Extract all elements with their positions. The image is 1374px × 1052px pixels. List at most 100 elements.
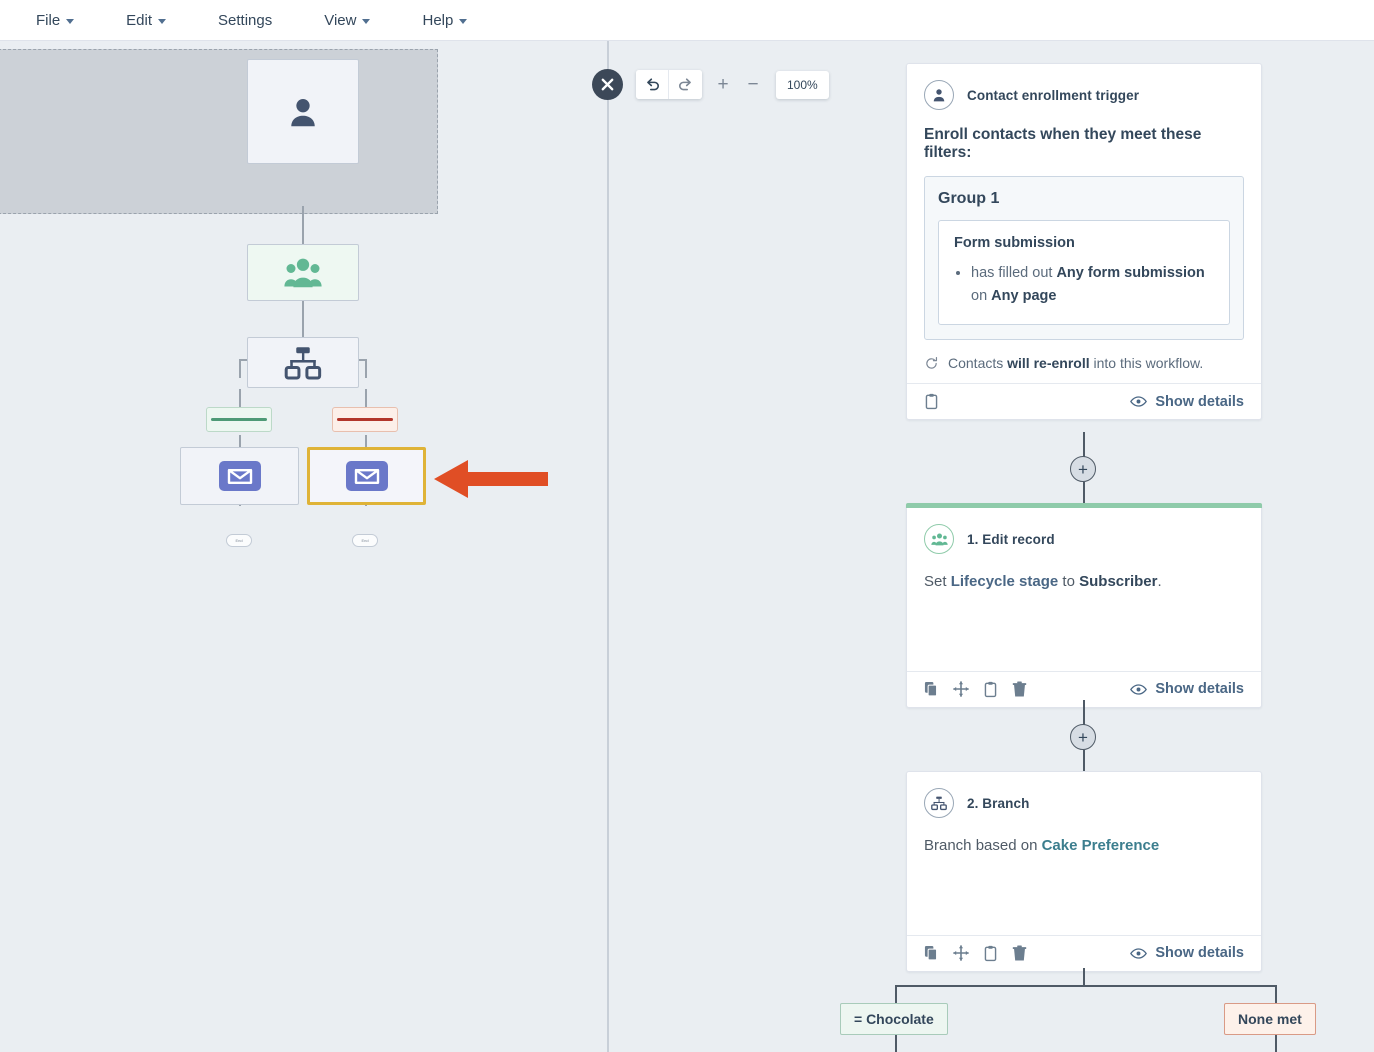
refresh-icon [924, 356, 939, 371]
menu-item-file-label: File [36, 12, 60, 29]
step-card-branch[interactable]: 2. Branch Branch based on Cake Preferenc… [906, 771, 1262, 972]
minimap-pill-dash [337, 418, 393, 421]
undo-icon [644, 76, 661, 93]
filter-criteria-item: has filled out Any form submission on An… [971, 262, 1214, 308]
step-body-link[interactable]: Cake Preference [1042, 837, 1160, 854]
contact-icon [924, 80, 954, 110]
copy-icon[interactable] [924, 945, 939, 961]
branch-right-connector-lower [1275, 1033, 1277, 1052]
step-card-body: Branch based on Cake Preference [924, 835, 1244, 857]
hierarchy-icon [283, 345, 323, 381]
filter-criteria-prefix: has filled out [971, 265, 1056, 281]
menu-item-view-label: View [324, 12, 356, 29]
add-step-button-1[interactable]: + [1070, 456, 1096, 482]
workflow-editor-window: File Edit Settings View Help [0, 0, 1374, 1052]
trigger-show-details-button[interactable]: Show details [1130, 394, 1244, 410]
menu-item-file[interactable]: File [26, 8, 84, 33]
filter-group-1[interactable]: Group 1 Form submission has filled out A… [924, 176, 1244, 340]
minimap-connector [302, 206, 304, 244]
zoom-toolbar: + − 100% [708, 70, 829, 99]
chevron-down-icon [362, 19, 370, 24]
step-card-footer: Show details [907, 935, 1261, 971]
minimap-connector [239, 359, 241, 378]
menu-item-help[interactable]: Help [412, 8, 477, 33]
edit-record-icon [924, 524, 954, 554]
reenroll-bold: will re-enroll [1007, 355, 1089, 371]
filter-criteria-middle: on [971, 288, 991, 304]
clipboard-icon[interactable] [983, 945, 998, 962]
copy-icon[interactable] [924, 681, 939, 697]
minimap-end-stub-label: End [235, 538, 242, 543]
minimap-end-stub-label: End [361, 538, 368, 543]
trash-icon[interactable] [1012, 681, 1027, 698]
step-card-edit-record[interactable]: 1. Edit record Set Lifecycle stage to Su… [906, 503, 1262, 708]
menu-item-settings[interactable]: Settings [208, 8, 282, 33]
minimap-connector [302, 300, 304, 337]
redo-button[interactable] [669, 70, 702, 99]
flow-connector [1083, 700, 1085, 725]
zoom-out-button[interactable]: − [738, 70, 768, 99]
eye-icon [1130, 947, 1147, 960]
minimap-branch-pill-red[interactable] [332, 407, 398, 432]
menu-item-view[interactable]: View [314, 8, 380, 33]
minimap-node-contact[interactable] [247, 59, 359, 164]
minimap-node-email-right[interactable] [307, 447, 426, 505]
minimap-node-branch[interactable] [247, 337, 359, 388]
branch-left-connector-lower [895, 1033, 897, 1052]
menu-item-edit-label: Edit [126, 12, 152, 29]
trigger-show-details-label: Show details [1155, 394, 1244, 410]
menu-item-help-label: Help [422, 12, 453, 29]
minimap-node-email-left[interactable] [180, 447, 299, 505]
chevron-down-icon [158, 19, 166, 24]
branch-label-chocolate[interactable]: = Chocolate [840, 1003, 948, 1035]
step-card-header: 1. Edit record [924, 524, 1244, 554]
envelope-icon [219, 461, 261, 491]
clipboard-icon[interactable] [983, 681, 998, 698]
trash-icon[interactable] [1012, 945, 1027, 962]
chevron-down-icon [459, 19, 467, 24]
history-toolbar [636, 70, 702, 99]
undo-button[interactable] [636, 70, 669, 99]
branch-horizontal-connector [895, 985, 1276, 987]
step-body-suffix: . [1157, 573, 1161, 590]
eye-icon [1130, 395, 1147, 408]
flow-connector [1083, 750, 1085, 772]
step-body-link[interactable]: Lifecycle stage [951, 573, 1059, 590]
minimap-branch-pill-green[interactable] [206, 407, 272, 432]
close-overview-button[interactable] [592, 69, 623, 100]
chevron-down-icon [66, 19, 74, 24]
minimap-end-stub-right[interactable]: End [352, 534, 378, 547]
branch-label-text: = Chocolate [854, 1011, 934, 1027]
minimap-viewport-rect[interactable] [0, 49, 438, 214]
envelope-icon [346, 461, 388, 491]
minimap-pill-dash [211, 418, 267, 421]
step-show-details-button[interactable]: Show details [1130, 681, 1244, 697]
move-icon[interactable] [953, 681, 969, 697]
minimap-node-list[interactable] [247, 244, 359, 301]
step-body-prefix: Branch based on [924, 837, 1042, 854]
step-card-title: 2. Branch [967, 796, 1029, 811]
menu-item-edit[interactable]: Edit [116, 8, 176, 33]
contact-enrollment-trigger-card[interactable]: Contact enrollment trigger Enroll contac… [906, 63, 1262, 420]
branch-label-none-met[interactable]: None met [1224, 1003, 1316, 1035]
annotation-arrow-icon [430, 456, 550, 502]
trigger-card-title: Contact enrollment trigger [967, 88, 1139, 103]
eye-icon [1130, 683, 1147, 696]
add-step-button-2[interactable]: + [1070, 724, 1096, 750]
step-show-details-button[interactable]: Show details [1130, 945, 1244, 961]
clipboard-icon[interactable] [924, 393, 939, 410]
flow-connector [1083, 432, 1085, 457]
trigger-lead-text: Enroll contacts when they meet these fil… [924, 126, 1244, 162]
filter-item-form-submission[interactable]: Form submission has filled out Any form … [938, 220, 1230, 325]
filter-criteria-list: has filled out Any form submission on An… [971, 262, 1214, 308]
branch-icon [924, 788, 954, 818]
zoom-in-button[interactable]: + [708, 70, 738, 99]
step-show-details-label: Show details [1155, 681, 1244, 697]
trigger-card-footer: Show details [907, 383, 1261, 419]
filter-group-title: Group 1 [938, 190, 1230, 208]
move-icon[interactable] [953, 945, 969, 961]
flow-connector [1083, 482, 1085, 504]
zoom-level-value[interactable]: 100% [776, 71, 829, 99]
workflow-minimap[interactable]: End End [0, 41, 607, 1052]
minimap-end-stub-left[interactable]: End [226, 534, 252, 547]
